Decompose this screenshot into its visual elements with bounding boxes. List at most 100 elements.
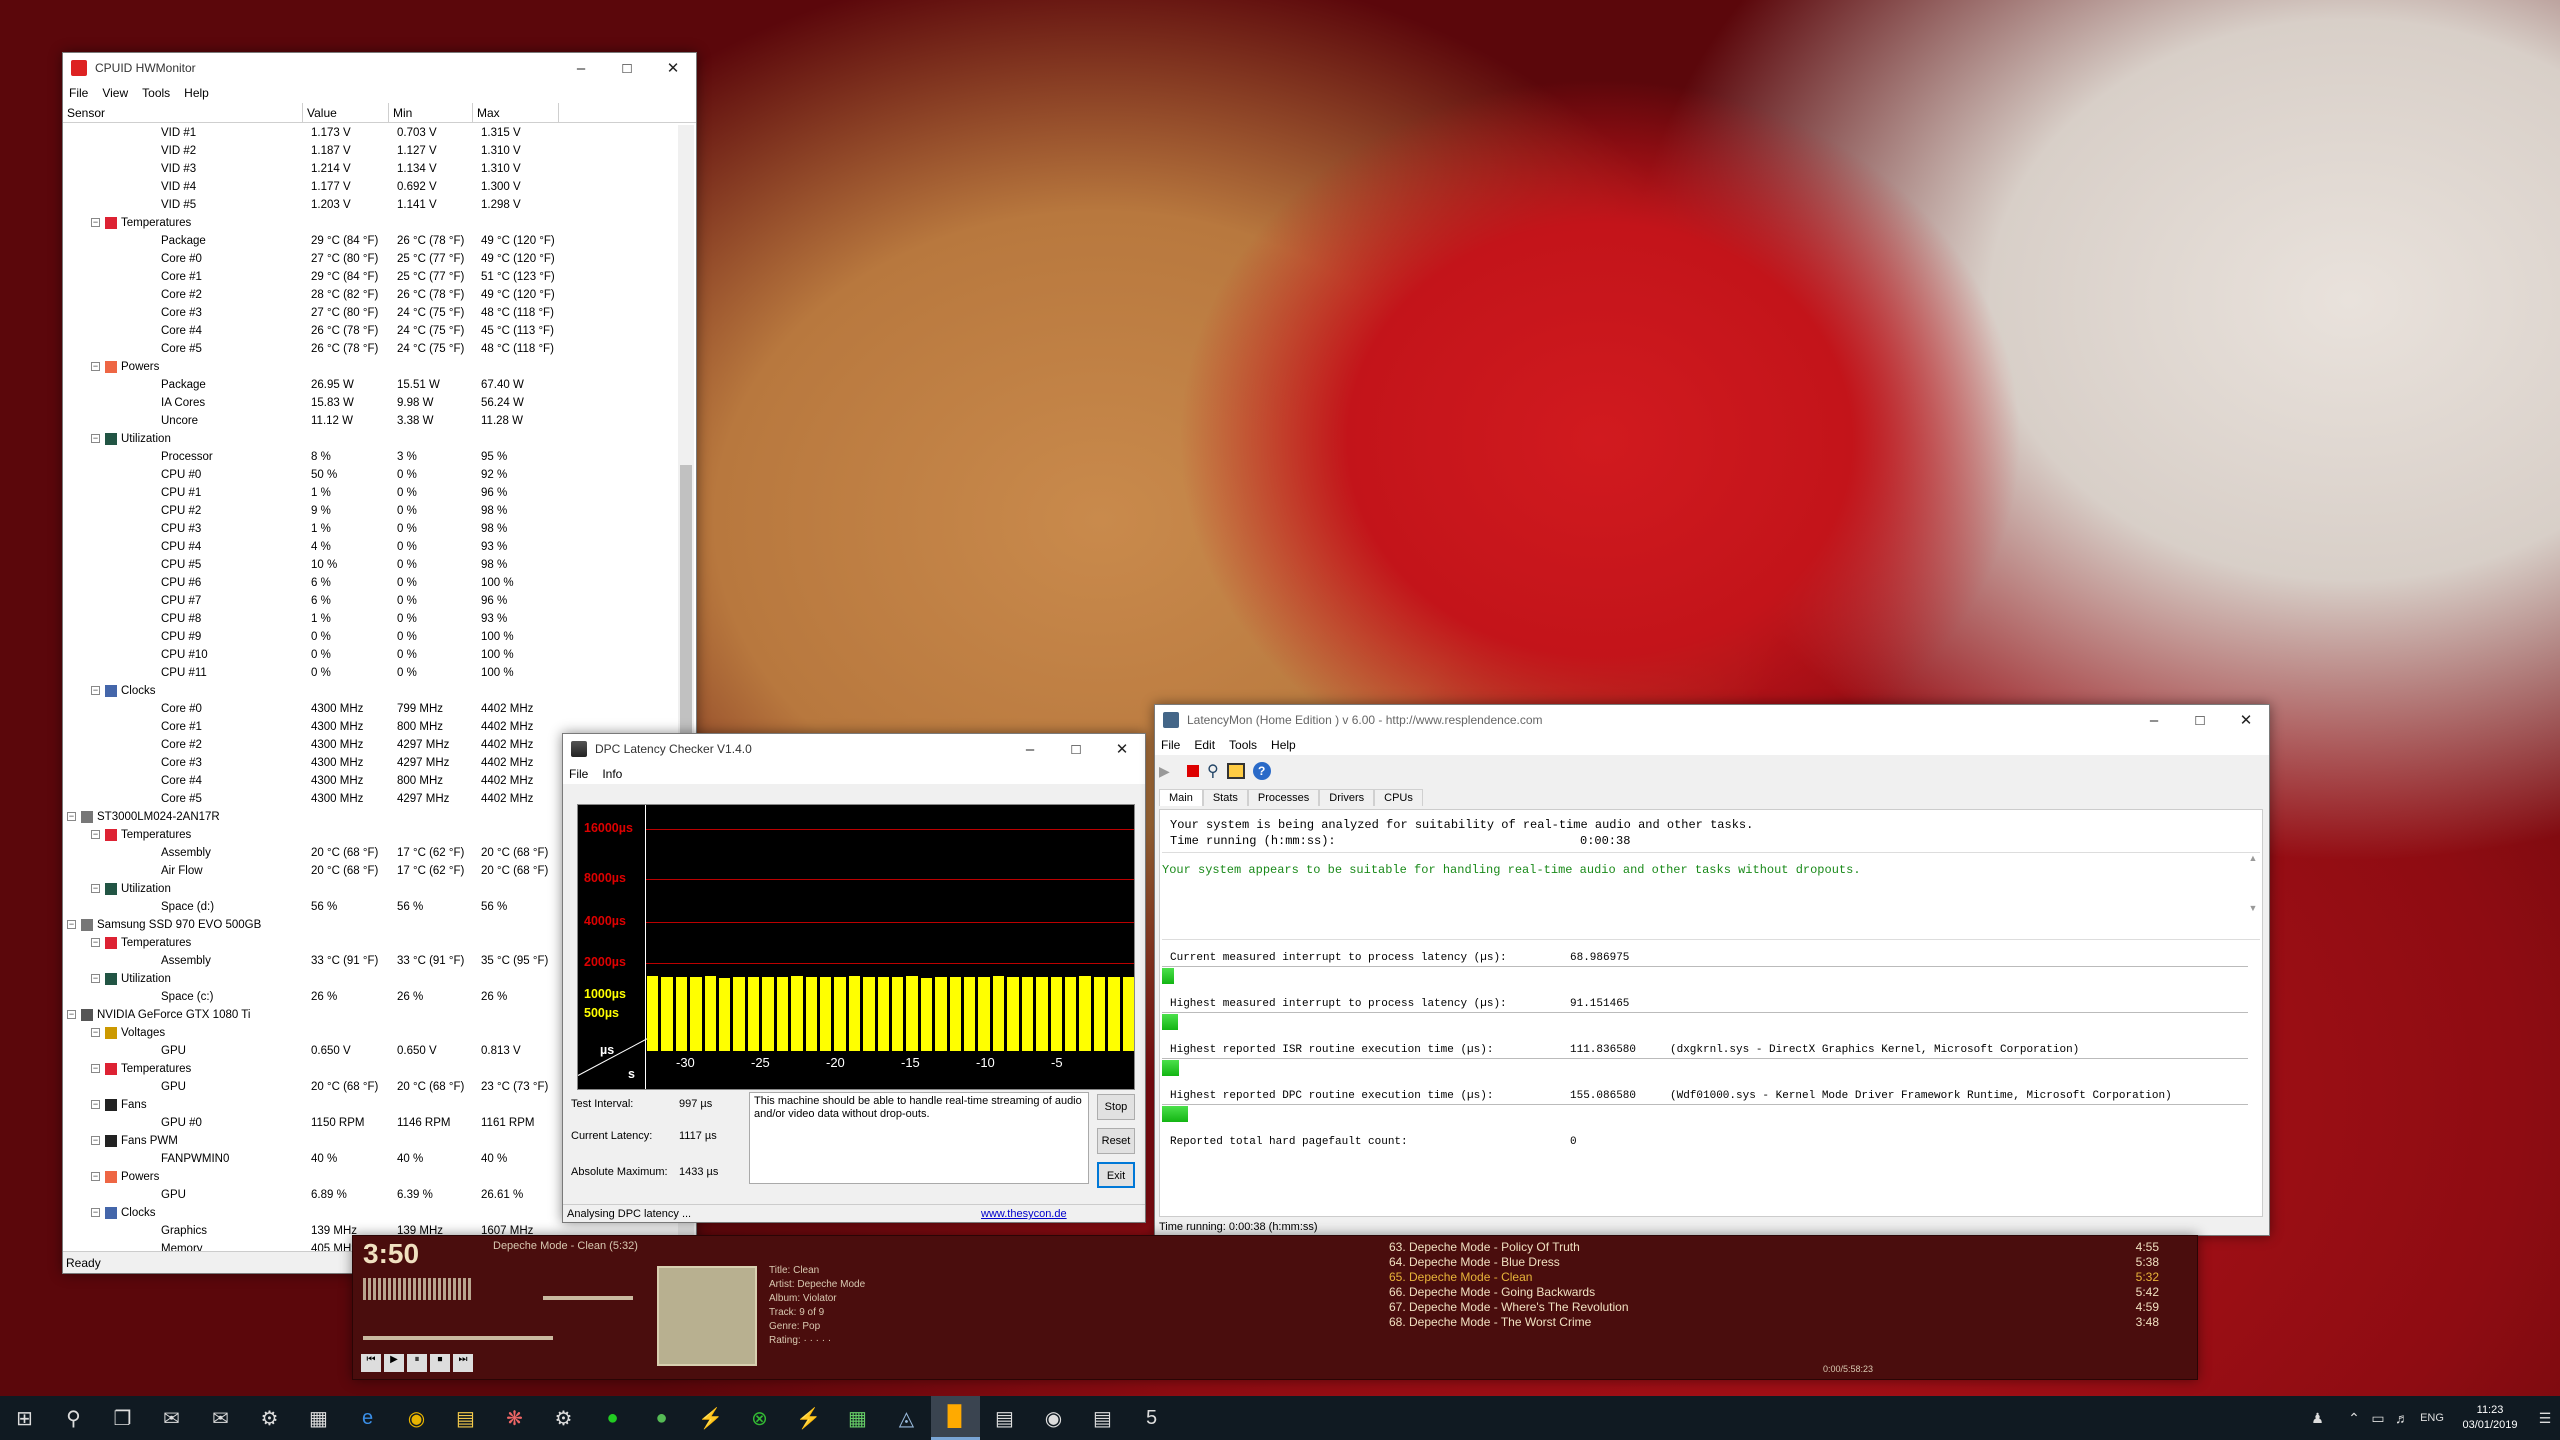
sensor-row[interactable]: CPU #0 50 % 0 % 92 % [63,466,695,484]
windows-icon[interactable] [1226,763,1245,779]
chrome-icon[interactable]: ◉ [392,1396,441,1440]
search-icon[interactable]: ⚲ [49,1396,98,1440]
stop-button[interactable]: Stop [1097,1094,1135,1120]
verdict-scrollbar[interactable]: ▲ ▼ [2246,853,2260,939]
sensor-row[interactable]: VID #1 1.173 V 0.703 V 1.315 V [63,124,695,142]
collapse-toggle[interactable]: − [91,974,100,983]
sensor-row[interactable]: VID #2 1.187 V 1.127 V 1.310 V [63,142,695,160]
close-button[interactable]: ✕ [1099,734,1145,764]
sensor-row[interactable]: CPU #6 6 % 0 % 100 % [63,574,695,592]
menu-file[interactable]: File [569,767,588,781]
people-icon[interactable]: ♟ [2293,1396,2342,1440]
column-min[interactable]: Min [389,102,473,123]
collapse-toggle[interactable]: − [91,1136,100,1145]
playlist[interactable]: 63. Depeche Mode - Policy Of Truth 4:55 64… [353,1236,2197,1379]
app-icon[interactable]: ▤ [980,1396,1029,1440]
category-node[interactable]: − Temperatures [63,214,695,232]
sensor-row[interactable]: Core #0 27 °C (80 °F) 25 °C (77 °F) 49 °C (… [63,250,695,268]
sensor-row[interactable]: CPU #5 10 % 0 % 98 % [63,556,695,574]
task-view-icon[interactable]: ❐ [98,1396,147,1440]
app-icon[interactable]: ◬ [882,1396,931,1440]
collapse-toggle[interactable]: − [67,1010,76,1019]
play-icon[interactable]: ▶ [1159,763,1179,780]
minimize-button[interactable]: – [1007,734,1053,764]
menu-info[interactable]: Info [602,767,622,781]
reset-button[interactable]: Reset [1097,1128,1135,1154]
volume-icon[interactable]: ♬ [2390,1396,2414,1440]
sensor-row[interactable]: Core #2 28 °C (82 °F) 26 °C (78 °F) 49 °C (… [63,286,695,304]
hwmonitor-taskbar-icon[interactable]: ⚡ [784,1396,833,1440]
collapse-toggle[interactable]: − [91,1028,100,1037]
close-button[interactable]: ✕ [2223,705,2269,735]
sensor-row[interactable]: CPU #2 9 % 0 % 98 % [63,502,695,520]
latencymon-taskbar-icon[interactable]: ▉ [931,1396,980,1440]
sensor-row[interactable]: CPU #8 1 % 0 % 93 % [63,610,695,628]
menu-view[interactable]: View [102,86,128,100]
app-icon[interactable]: ❋ [490,1396,539,1440]
menu-tools[interactable]: Tools [142,86,170,100]
app-icon[interactable]: ⚙ [539,1396,588,1440]
file-explorer-icon[interactable]: ▤ [441,1396,490,1440]
collapse-toggle[interactable]: − [91,434,100,443]
sensor-row[interactable]: IA Cores 15.83 W 9.98 W 56.24 W [63,394,695,412]
collapse-toggle[interactable]: − [91,1100,100,1109]
category-node[interactable]: − Clocks [63,682,695,700]
menu-tools[interactable]: Tools [1229,738,1257,752]
sensor-row[interactable]: CPU #9 0 % 0 % 100 % [63,628,695,646]
collapse-toggle[interactable]: − [91,884,100,893]
menu-help[interactable]: Help [1271,738,1296,752]
sensor-row[interactable]: Core #4 26 °C (78 °F) 24 °C (75 °F) 45 °C (… [63,322,695,340]
sensor-row[interactable]: CPU #4 4 % 0 % 93 % [63,538,695,556]
sensor-row[interactable]: CPU #7 6 % 0 % 96 % [63,592,695,610]
menu-help[interactable]: Help [184,86,209,100]
column-max[interactable]: Max [473,102,559,123]
sensor-row[interactable]: CPU #3 1 % 0 % 98 % [63,520,695,538]
collapse-toggle[interactable]: − [91,686,100,695]
app-icon[interactable]: ▦ [833,1396,882,1440]
collapse-toggle[interactable]: − [91,830,100,839]
category-node[interactable]: − Powers [63,358,695,376]
maximize-button[interactable]: □ [2177,705,2223,735]
edge-icon[interactable]: e [343,1396,392,1440]
thesycon-link[interactable]: www.thesycon.de [981,1205,1067,1223]
sensor-row[interactable]: Package 29 °C (84 °F) 26 °C (78 °F) 49 °C (… [63,232,695,250]
sensor-row[interactable]: VID #4 1.177 V 0.692 V 1.300 V [63,178,695,196]
menu-edit[interactable]: Edit [1194,738,1215,752]
collapse-toggle[interactable]: − [91,938,100,947]
tab-drivers[interactable]: Drivers [1319,789,1375,806]
sensor-row[interactable]: Core #5 26 °C (78 °F) 24 °C (75 °F) 48 °C (… [63,340,695,358]
app-icon[interactable]: ✉ [147,1396,196,1440]
column-value[interactable]: Value [303,102,389,123]
playlist-item[interactable]: 65. Depeche Mode - Clean 5:32 [1389,1270,2159,1284]
playlist-item[interactable]: 63. Depeche Mode - Policy Of Truth 4:55 [1389,1240,2159,1254]
app-icon[interactable]: ● [588,1396,637,1440]
sensor-row[interactable]: Uncore 11.12 W 3.38 W 11.28 W [63,412,695,430]
maximize-button[interactable]: □ [1053,734,1099,764]
app-icon[interactable]: ▤ [1078,1396,1127,1440]
playlist-item[interactable]: 66. Depeche Mode - Going Backwards 5:42 [1389,1285,2159,1299]
tab-main[interactable]: Main [1159,789,1203,806]
collapse-toggle[interactable]: − [67,920,76,929]
sensor-row[interactable]: VID #5 1.203 V 1.141 V 1.298 V [63,196,695,214]
sensor-row[interactable]: Core #3 27 °C (80 °F) 24 °C (75 °F) 48 °C (… [63,304,695,322]
playlist-item[interactable]: 67. Depeche Mode - Where's The Revolutio… [1389,1300,2159,1314]
collapse-toggle[interactable]: − [91,1064,100,1073]
tab-processes[interactable]: Processes [1247,789,1320,806]
clock[interactable]: 11:23 03/01/2019 [2450,1403,2530,1433]
collapse-toggle[interactable]: − [91,1208,100,1217]
search-icon[interactable]: ⚲ [1207,761,1219,781]
playlist-item[interactable]: 64. Depeche Mode - Blue Dress 5:38 [1389,1255,2159,1269]
start-button[interactable]: ⊞ [0,1396,49,1440]
category-node[interactable]: − Utilization [63,430,695,448]
hwmonitor-titlebar[interactable]: CPUID HWMonitor – □ ✕ [63,53,696,83]
menu-file[interactable]: File [1161,738,1180,752]
tab-stats[interactable]: Stats [1202,789,1248,806]
menu-file[interactable]: File [69,86,88,100]
collapse-toggle[interactable]: − [67,812,76,821]
app-icon[interactable]: ⚡ [686,1396,735,1440]
collapse-toggle[interactable]: − [91,218,100,227]
stop-icon[interactable] [1187,765,1199,777]
tab-cpus[interactable]: CPUs [1374,789,1423,806]
collapse-toggle[interactable]: − [91,1172,100,1181]
mail-icon[interactable]: ✉ [196,1396,245,1440]
